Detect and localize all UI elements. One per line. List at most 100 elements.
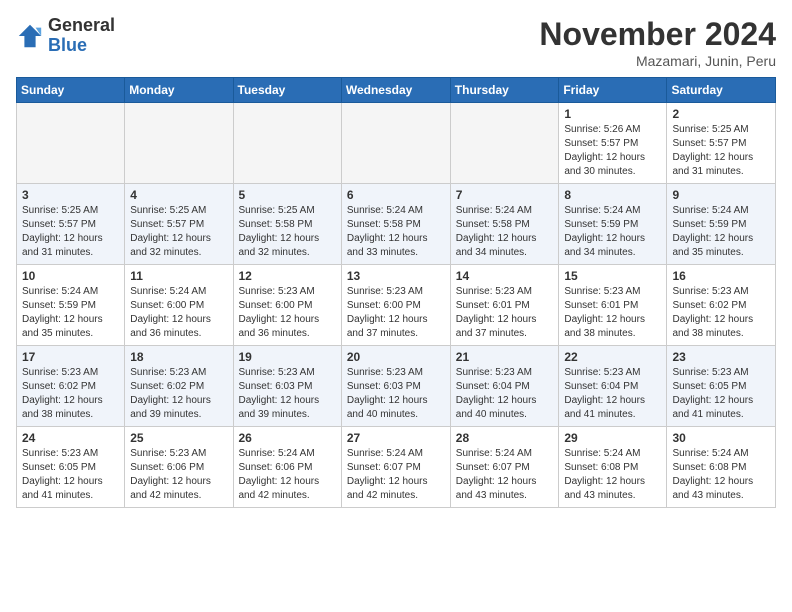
day-number: 5 xyxy=(239,188,336,202)
calendar-cell: 25 Sunrise: 5:23 AMSunset: 6:06 PMDayligh… xyxy=(125,427,233,508)
day-number: 16 xyxy=(672,269,770,283)
day-number: 7 xyxy=(456,188,554,202)
day-number: 2 xyxy=(672,107,770,121)
day-number: 6 xyxy=(347,188,445,202)
location-subtitle: Mazamari, Junin, Peru xyxy=(539,53,776,69)
day-number: 12 xyxy=(239,269,336,283)
day-info: Sunrise: 5:26 AMSunset: 5:57 PMDaylight:… xyxy=(564,123,661,179)
day-info: Sunrise: 5:23 AMSunset: 6:03 PMDaylight:… xyxy=(347,366,445,422)
day-info: Sunrise: 5:24 AMSunset: 5:58 PMDaylight:… xyxy=(456,204,554,260)
calendar-cell: 8Sunrise: 5:24 AMSunset: 5:59 PMDaylight… xyxy=(559,184,667,265)
day-info: Sunrise: 5:23 AMSunset: 6:04 PMDaylight:… xyxy=(456,366,554,422)
day-info: Sunrise: 5:25 AMSunset: 5:57 PMDaylight:… xyxy=(672,123,770,179)
logo: General Blue xyxy=(16,16,115,56)
calendar-table: SundayMondayTuesdayWednesdayThursdayFrid… xyxy=(16,77,776,508)
week-row-1: 1 Sunrise: 5:26 AMSunset: 5:57 PMDaylight… xyxy=(17,103,776,184)
day-number: 24 xyxy=(22,431,119,445)
week-row-3: 10Sunrise: 5:24 AMSunset: 5:59 PMDayligh… xyxy=(17,265,776,346)
day-info: Sunrise: 5:24 AMSunset: 6:08 PMDaylight:… xyxy=(564,447,661,503)
weekday-header-friday: Friday xyxy=(559,78,667,103)
calendar-cell: 27 Sunrise: 5:24 AMSunset: 6:07 PMDayligh… xyxy=(341,427,450,508)
day-info: Sunrise: 5:23 AMSunset: 6:00 PMDaylight:… xyxy=(239,285,336,341)
day-info: Sunrise: 5:25 AMSunset: 5:57 PMDaylight:… xyxy=(130,204,227,260)
calendar-cell: 18 Sunrise: 5:23 AMSunset: 6:02 PMDayligh… xyxy=(125,346,233,427)
day-info: Sunrise: 5:23 AMSunset: 6:04 PMDaylight:… xyxy=(564,366,661,422)
calendar-cell: 28 Sunrise: 5:24 AMSunset: 6:07 PMDayligh… xyxy=(450,427,559,508)
calendar-cell xyxy=(125,103,233,184)
day-info: Sunrise: 5:23 AMSunset: 6:02 PMDaylight:… xyxy=(22,366,119,422)
week-row-2: 3 Sunrise: 5:25 AMSunset: 5:57 PMDaylight… xyxy=(17,184,776,265)
day-number: 19 xyxy=(239,350,336,364)
calendar-cell: 4 Sunrise: 5:25 AMSunset: 5:57 PMDaylight… xyxy=(125,184,233,265)
calendar-cell: 30Sunrise: 5:24 AMSunset: 6:08 PMDayligh… xyxy=(667,427,776,508)
day-info: Sunrise: 5:24 AMSunset: 5:59 PMDaylight:… xyxy=(564,204,661,260)
calendar-cell: 13 Sunrise: 5:23 AMSunset: 6:00 PMDayligh… xyxy=(341,265,450,346)
calendar-cell xyxy=(341,103,450,184)
logo-icon xyxy=(16,22,44,50)
calendar-cell: 12 Sunrise: 5:23 AMSunset: 6:00 PMDayligh… xyxy=(233,265,341,346)
weekday-header-monday: Monday xyxy=(125,78,233,103)
calendar-cell: 1 Sunrise: 5:26 AMSunset: 5:57 PMDaylight… xyxy=(559,103,667,184)
calendar-cell: 9Sunrise: 5:24 AMSunset: 5:59 PMDaylight… xyxy=(667,184,776,265)
day-number: 21 xyxy=(456,350,554,364)
calendar-cell: 7 Sunrise: 5:24 AMSunset: 5:58 PMDaylight… xyxy=(450,184,559,265)
day-info: Sunrise: 5:24 AMSunset: 6:06 PMDaylight:… xyxy=(239,447,336,503)
weekday-header-saturday: Saturday xyxy=(667,78,776,103)
weekday-header-thursday: Thursday xyxy=(450,78,559,103)
day-number: 22 xyxy=(564,350,661,364)
day-number: 23 xyxy=(672,350,770,364)
weekday-header-sunday: Sunday xyxy=(17,78,125,103)
weekday-header-row: SundayMondayTuesdayWednesdayThursdayFrid… xyxy=(17,78,776,103)
day-number: 1 xyxy=(564,107,661,121)
day-number: 25 xyxy=(130,431,227,445)
day-info: Sunrise: 5:23 AMSunset: 6:01 PMDaylight:… xyxy=(564,285,661,341)
weekday-header-wednesday: Wednesday xyxy=(341,78,450,103)
calendar-cell: 3 Sunrise: 5:25 AMSunset: 5:57 PMDaylight… xyxy=(17,184,125,265)
calendar-cell: 17 Sunrise: 5:23 AMSunset: 6:02 PMDayligh… xyxy=(17,346,125,427)
day-number: 28 xyxy=(456,431,554,445)
calendar-cell: 11 Sunrise: 5:24 AMSunset: 6:00 PMDayligh… xyxy=(125,265,233,346)
day-info: Sunrise: 5:24 AMSunset: 6:07 PMDaylight:… xyxy=(347,447,445,503)
day-number: 18 xyxy=(130,350,227,364)
day-info: Sunrise: 5:25 AMSunset: 5:57 PMDaylight:… xyxy=(22,204,119,260)
day-info: Sunrise: 5:23 AMSunset: 6:01 PMDaylight:… xyxy=(456,285,554,341)
day-info: Sunrise: 5:24 AMSunset: 6:08 PMDaylight:… xyxy=(672,447,770,503)
calendar-cell: 21 Sunrise: 5:23 AMSunset: 6:04 PMDayligh… xyxy=(450,346,559,427)
day-number: 13 xyxy=(347,269,445,283)
day-number: 11 xyxy=(130,269,227,283)
calendar-cell: 2 Sunrise: 5:25 AMSunset: 5:57 PMDaylight… xyxy=(667,103,776,184)
day-number: 3 xyxy=(22,188,119,202)
day-info: Sunrise: 5:23 AMSunset: 6:05 PMDaylight:… xyxy=(22,447,119,503)
day-number: 4 xyxy=(130,188,227,202)
day-number: 14 xyxy=(456,269,554,283)
day-info: Sunrise: 5:24 AMSunset: 5:59 PMDaylight:… xyxy=(22,285,119,341)
day-number: 27 xyxy=(347,431,445,445)
day-info: Sunrise: 5:23 AMSunset: 6:02 PMDaylight:… xyxy=(672,285,770,341)
day-number: 26 xyxy=(239,431,336,445)
day-number: 20 xyxy=(347,350,445,364)
calendar-cell: 19 Sunrise: 5:23 AMSunset: 6:03 PMDayligh… xyxy=(233,346,341,427)
day-info: Sunrise: 5:24 AMSunset: 6:00 PMDaylight:… xyxy=(130,285,227,341)
day-info: Sunrise: 5:23 AMSunset: 6:00 PMDaylight:… xyxy=(347,285,445,341)
day-info: Sunrise: 5:23 AMSunset: 6:02 PMDaylight:… xyxy=(130,366,227,422)
calendar-cell: 14 Sunrise: 5:23 AMSunset: 6:01 PMDayligh… xyxy=(450,265,559,346)
day-info: Sunrise: 5:23 AMSunset: 6:05 PMDaylight:… xyxy=(672,366,770,422)
day-number: 29 xyxy=(564,431,661,445)
calendar-cell: 24 Sunrise: 5:23 AMSunset: 6:05 PMDayligh… xyxy=(17,427,125,508)
day-number: 9 xyxy=(672,188,770,202)
week-row-4: 17 Sunrise: 5:23 AMSunset: 6:02 PMDayligh… xyxy=(17,346,776,427)
day-info: Sunrise: 5:23 AMSunset: 6:06 PMDaylight:… xyxy=(130,447,227,503)
calendar-cell: 22 Sunrise: 5:23 AMSunset: 6:04 PMDayligh… xyxy=(559,346,667,427)
day-number: 17 xyxy=(22,350,119,364)
calendar-cell xyxy=(450,103,559,184)
day-info: Sunrise: 5:24 AMSunset: 5:58 PMDaylight:… xyxy=(347,204,445,260)
page-header: General Blue November 2024 Mazamari, Jun… xyxy=(16,16,776,69)
week-row-5: 24 Sunrise: 5:23 AMSunset: 6:05 PMDayligh… xyxy=(17,427,776,508)
calendar-cell: 10Sunrise: 5:24 AMSunset: 5:59 PMDayligh… xyxy=(17,265,125,346)
calendar-cell xyxy=(233,103,341,184)
calendar-cell: 23 Sunrise: 5:23 AMSunset: 6:05 PMDayligh… xyxy=(667,346,776,427)
calendar-cell: 16 Sunrise: 5:23 AMSunset: 6:02 PMDayligh… xyxy=(667,265,776,346)
calendar-cell: 15Sunrise: 5:23 AMSunset: 6:01 PMDayligh… xyxy=(559,265,667,346)
day-info: Sunrise: 5:23 AMSunset: 6:03 PMDaylight:… xyxy=(239,366,336,422)
day-info: Sunrise: 5:24 AMSunset: 6:07 PMDaylight:… xyxy=(456,447,554,503)
